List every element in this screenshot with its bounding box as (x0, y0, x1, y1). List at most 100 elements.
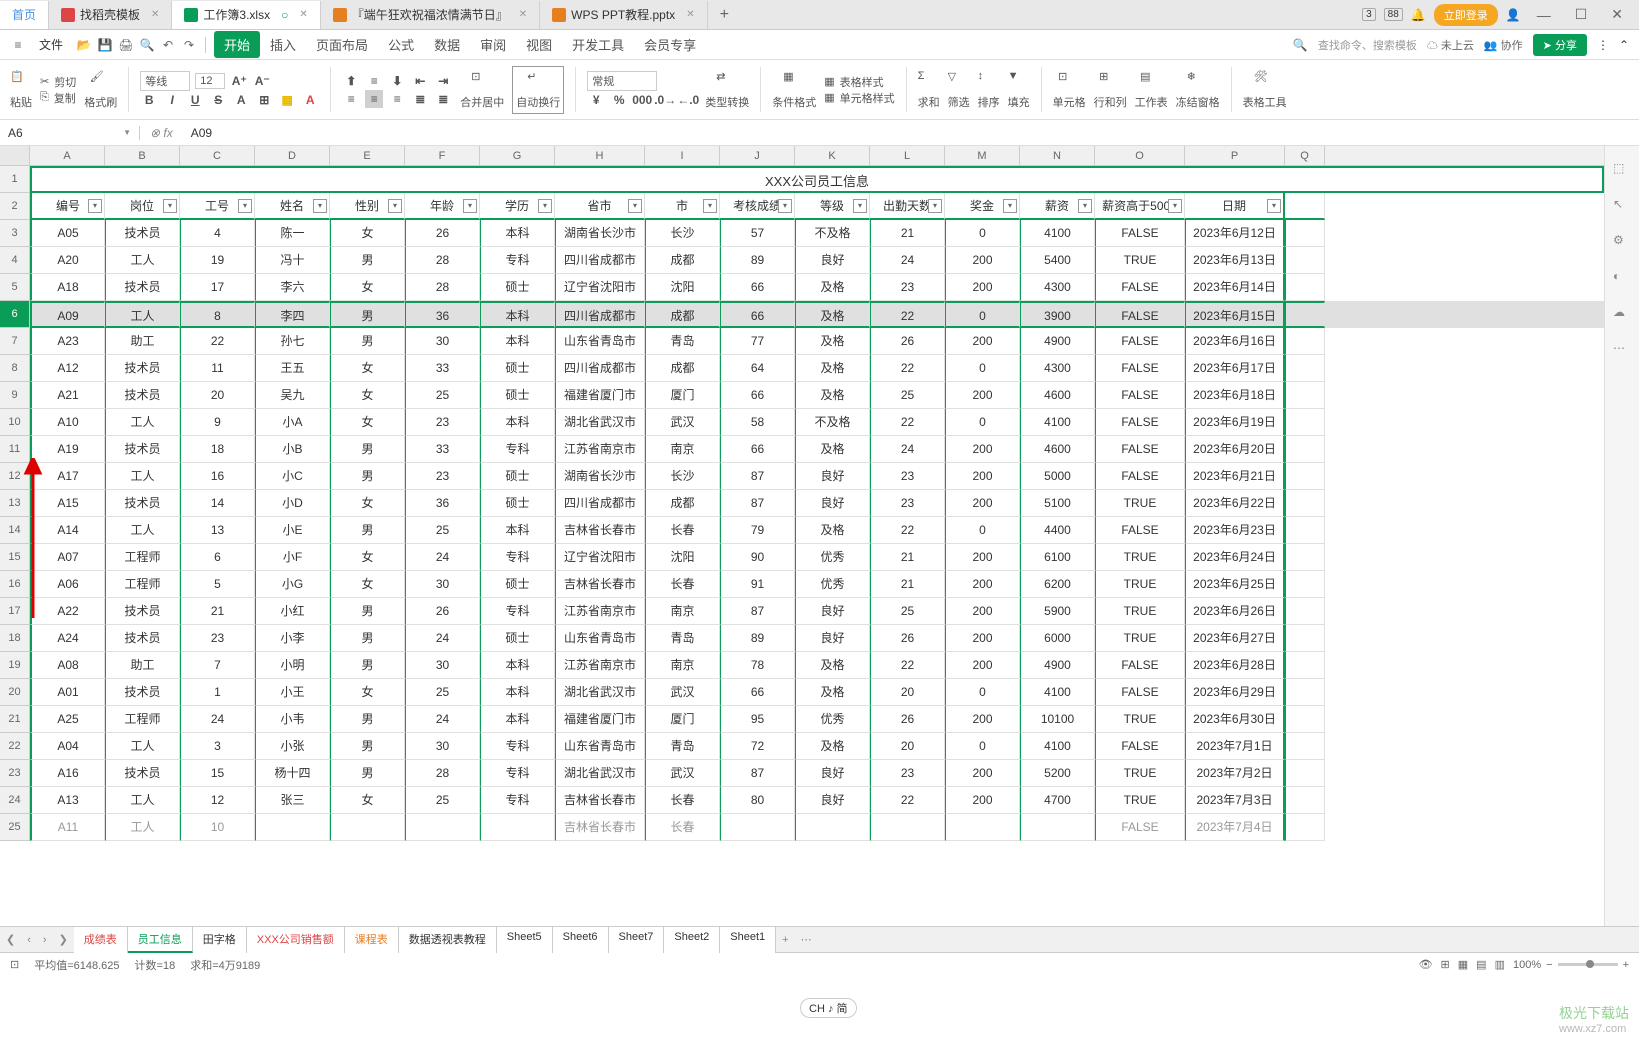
bold-icon[interactable]: B (140, 91, 158, 109)
cell[interactable]: 22 (870, 517, 945, 544)
cell[interactable]: FALSE (1095, 274, 1185, 301)
cell[interactable]: 女 (330, 274, 405, 301)
cell[interactable]: FALSE (1095, 220, 1185, 247)
tab-close-icon[interactable]: ✕ (519, 9, 527, 20)
row-header[interactable]: 20 (0, 679, 30, 706)
cell[interactable]: 5100 (1020, 490, 1095, 517)
sheet-tab[interactable]: 成绩表 (74, 927, 128, 953)
cell[interactable]: 3900 (1020, 301, 1095, 328)
login-button[interactable]: 立即登录 (1434, 4, 1498, 26)
cell[interactable]: 26 (405, 220, 480, 247)
cell[interactable]: TRUE (1095, 625, 1185, 652)
cell[interactable]: 2023年6月23日 (1185, 517, 1285, 544)
column-header[interactable]: E (330, 146, 405, 165)
cell[interactable]: 30 (405, 733, 480, 760)
row-header[interactable]: 13 (0, 490, 30, 517)
cell[interactable]: 专科 (480, 760, 555, 787)
cell[interactable]: 89 (720, 247, 795, 274)
header-cell[interactable]: 岗位▾ (105, 193, 180, 220)
column-header[interactable]: I (645, 146, 720, 165)
cell[interactable]: 吉林省长春市 (555, 814, 645, 841)
cell[interactable]: 24 (180, 706, 255, 733)
app-tab[interactable]: 『端午狂欢祝福浓情满节日』✕ (321, 1, 540, 29)
cell[interactable] (1285, 328, 1325, 355)
tab-close-icon[interactable]: ✕ (686, 9, 694, 20)
cell[interactable]: 陈一 (255, 220, 330, 247)
cell[interactable]: 成都 (645, 355, 720, 382)
cell[interactable]: 助工 (105, 652, 180, 679)
rowcol-button[interactable]: ⊞行和列 (1094, 70, 1127, 110)
header-cell[interactable]: 市▾ (645, 193, 720, 220)
cell[interactable]: 25 (870, 598, 945, 625)
header-cell[interactable]: 奖金▾ (945, 193, 1020, 220)
cell[interactable]: 26 (870, 625, 945, 652)
cell[interactable]: 工人 (105, 733, 180, 760)
cell[interactable]: 工人 (105, 247, 180, 274)
freeze-button[interactable]: ❄冻结窗格 (1176, 70, 1220, 110)
row-header[interactable]: 10 (0, 409, 30, 436)
cell[interactable]: 技术员 (105, 274, 180, 301)
cell[interactable]: 15 (180, 760, 255, 787)
cell[interactable]: 2023年7月1日 (1185, 733, 1285, 760)
cell[interactable]: 2023年7月4日 (1185, 814, 1285, 841)
column-header[interactable]: G (480, 146, 555, 165)
filter-dropdown-icon[interactable]: ▾ (853, 199, 867, 213)
cell[interactable]: 5 (180, 571, 255, 598)
sum-button[interactable]: Σ求和 (918, 70, 940, 110)
align-center-icon[interactable]: ≡ (365, 90, 383, 108)
cell[interactable]: 山东省青岛市 (555, 733, 645, 760)
filter-dropdown-icon[interactable]: ▾ (1267, 199, 1281, 213)
filter-dropdown-icon[interactable]: ▾ (88, 199, 102, 213)
cut-icon[interactable]: ✂ (40, 75, 49, 88)
formula-input[interactable]: A09 (183, 126, 1639, 140)
cell[interactable]: 200 (945, 571, 1020, 598)
cell[interactable]: 21 (870, 571, 945, 598)
cell[interactable]: 本科 (480, 409, 555, 436)
sheet-tab[interactable]: 田字格 (193, 927, 247, 953)
cell[interactable]: 200 (945, 706, 1020, 733)
cell[interactable]: 良好 (795, 598, 870, 625)
comma-icon[interactable]: 000 (633, 91, 651, 109)
cell[interactable]: FALSE (1095, 382, 1185, 409)
cell[interactable]: 吉林省长春市 (555, 571, 645, 598)
cell[interactable]: 4700 (1020, 787, 1095, 814)
cell[interactable]: 2023年6月30日 (1185, 706, 1285, 733)
cell[interactable]: 0 (945, 355, 1020, 382)
header-cell[interactable]: 出勤天数▾ (870, 193, 945, 220)
sheet-tab[interactable]: Sheet5 (497, 927, 553, 953)
sheet-tab[interactable]: Sheet6 (553, 927, 609, 953)
cell[interactable]: 工人 (105, 814, 180, 841)
cell[interactable]: TRUE (1095, 247, 1185, 274)
type-convert-button[interactable]: ⇄类型转换 (705, 70, 749, 110)
filter-dropdown-icon[interactable]: ▾ (703, 199, 717, 213)
cell[interactable]: 64 (720, 355, 795, 382)
italic-icon[interactable]: I (163, 91, 181, 109)
cell[interactable]: 硕士 (480, 625, 555, 652)
filter-dropdown-icon[interactable]: ▾ (163, 199, 177, 213)
record-icon[interactable]: ⊡ (10, 958, 19, 971)
cell[interactable]: A11 (30, 814, 105, 841)
cell[interactable]: 专科 (480, 544, 555, 571)
cell[interactable] (1285, 706, 1325, 733)
cell[interactable]: 工人 (105, 787, 180, 814)
cell[interactable] (1285, 193, 1325, 220)
cell[interactable]: 23 (870, 490, 945, 517)
cell[interactable]: A09 (30, 301, 105, 328)
cell[interactable]: 小G (255, 571, 330, 598)
bell-icon[interactable]: 🔔 (1411, 8, 1426, 22)
cell[interactable]: 张三 (255, 787, 330, 814)
cell[interactable]: 吉林省长春市 (555, 517, 645, 544)
cond-format-button[interactable]: ▦条件格式 (772, 70, 816, 110)
cell[interactable] (1285, 382, 1325, 409)
search-icon[interactable]: 🔍 (1293, 38, 1308, 52)
column-header[interactable]: N (1020, 146, 1095, 165)
row-header[interactable]: 18 (0, 625, 30, 652)
row-header[interactable]: 1 (0, 166, 30, 193)
cell[interactable]: 湖南省长沙市 (555, 463, 645, 490)
cell[interactable]: 4300 (1020, 355, 1095, 382)
cell[interactable]: 200 (945, 274, 1020, 301)
filter-dropdown-icon[interactable]: ▾ (1003, 199, 1017, 213)
sheet-list-icon[interactable]: ⋯ (795, 933, 818, 946)
filter-dropdown-icon[interactable]: ▾ (1168, 199, 1182, 213)
header-cell[interactable]: 日期▾ (1185, 193, 1285, 220)
